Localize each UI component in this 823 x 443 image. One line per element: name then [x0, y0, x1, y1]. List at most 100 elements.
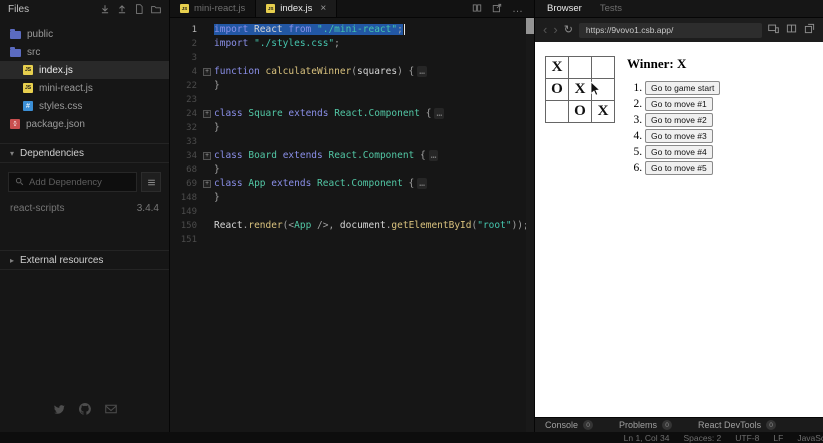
fold-expand-icon[interactable]: + — [203, 152, 211, 160]
upload-icon[interactable] — [117, 4, 127, 14]
preview-tab-browser[interactable]: Browser — [547, 3, 582, 14]
download-icon[interactable] — [100, 4, 110, 14]
chevron-down-icon: ▾ — [10, 149, 14, 158]
mouse-cursor — [590, 81, 601, 97]
code-line-3[interactable]: 3 — [170, 51, 534, 65]
scrollbar-thumb[interactable] — [526, 18, 534, 34]
editor-tab-index.js[interactable]: JSindex.js× — [256, 0, 337, 17]
move-button-0[interactable]: Go to game start — [645, 81, 720, 95]
board-square-2-1[interactable]: O — [568, 100, 592, 123]
panel-react-devtools[interactable]: React DevTools0 — [698, 420, 776, 430]
open-new-window-icon[interactable] — [804, 21, 815, 39]
board-square-1-1[interactable]: X — [568, 78, 592, 101]
add-dependency-input[interactable]: Add Dependency — [8, 172, 137, 192]
status-item[interactable]: JavaScript — [797, 433, 823, 443]
editor-scrollbar[interactable] — [526, 18, 534, 432]
file-item-public[interactable]: public — [0, 25, 169, 43]
board-square-2-2[interactable]: X — [591, 100, 615, 123]
code-line-33[interactable]: 33 — [170, 135, 534, 149]
folder-icon — [10, 49, 21, 57]
code-text: } — [214, 191, 534, 205]
file-item-styles.css[interactable]: #styles.css — [0, 97, 169, 115]
back-button[interactable]: ‹ — [543, 25, 547, 35]
file-tree: publicsrcJSindex.jsJSmini-react.js#style… — [0, 18, 169, 143]
editor-status-bar: Ln 1, Col 34 Spaces: 2 UTF-8 LF JavaScript — [0, 432, 823, 443]
code-line-148[interactable]: 148} — [170, 191, 534, 205]
chevron-right-icon: ▸ — [10, 256, 14, 265]
code-line-150[interactable]: 150React.render(<App />, document.getEle… — [170, 219, 534, 233]
board-row: OX — [545, 78, 615, 101]
code-line-34[interactable]: 34+class Board extends React.Component {… — [170, 149, 534, 163]
code-line-4[interactable]: 4+function calculateWinner(squares) {… — [170, 65, 534, 79]
code-line-24[interactable]: 24+class Square extends React.Component … — [170, 107, 534, 121]
code-line-151[interactable]: 151 — [170, 233, 534, 247]
status-item[interactable]: Spaces: 2 — [683, 433, 721, 443]
editor-tabs: JSmini-react.jsJSindex.js× — [170, 0, 337, 17]
board-square-0-1[interactable] — [568, 56, 592, 79]
close-tab-icon[interactable]: × — [320, 3, 326, 14]
file-item-package.json[interactable]: {}package.json — [0, 115, 169, 133]
line-number: 2 — [170, 37, 200, 51]
move-button-5[interactable]: Go to move #5 — [645, 161, 713, 175]
board-square-0-2[interactable] — [591, 56, 615, 79]
refresh-button[interactable]: ↻ — [564, 25, 573, 35]
open-preview-icon[interactable] — [492, 0, 502, 18]
mail-icon[interactable] — [105, 402, 117, 420]
main-area: Files publicsrcJSindex.jsJSmini-react.js… — [0, 0, 823, 432]
board-square-0-0[interactable]: X — [545, 56, 569, 79]
code-text: } — [214, 79, 534, 93]
new-file-icon[interactable] — [134, 4, 144, 14]
code-line-149[interactable]: 149 — [170, 205, 534, 219]
file-item-index.js[interactable]: JSindex.js — [0, 61, 169, 79]
status-item[interactable]: UTF-8 — [735, 433, 759, 443]
split-editor-icon[interactable] — [472, 0, 482, 18]
code-line-69[interactable]: 69+class App extends React.Component {… — [170, 177, 534, 191]
fold-expand-icon[interactable]: + — [203, 110, 211, 118]
fold-expand-icon[interactable]: + — [203, 180, 211, 188]
dependency-row[interactable]: react-scripts 3.4.4 — [0, 196, 169, 224]
tab-label: mini-react.js — [194, 3, 245, 14]
status-item[interactable]: LF — [773, 433, 783, 443]
panel-console[interactable]: Console0 — [545, 420, 593, 430]
move-button-1[interactable]: Go to move #1 — [645, 97, 713, 111]
code-area[interactable]: 1import React from "./mini-react";2impor… — [170, 18, 534, 432]
game-info: Winner: X Go to game startGo to move #1G… — [627, 56, 720, 177]
fold-gutter: + — [200, 110, 214, 118]
sidebar-title: Files — [8, 4, 29, 15]
twitter-icon[interactable] — [53, 402, 65, 420]
line-number: 150 — [170, 219, 200, 233]
code-line-68[interactable]: 68} — [170, 163, 534, 177]
browser-navbar: ‹ › ↻ https://9vovo1.csb.app/ — [535, 18, 823, 42]
github-icon[interactable] — [79, 402, 91, 420]
split-preview-icon[interactable] — [786, 21, 797, 39]
editor-tab-mini-react.js[interactable]: JSmini-react.js — [170, 0, 256, 17]
move-button-4[interactable]: Go to move #4 — [645, 145, 713, 159]
more-options-icon[interactable]: … — [512, 5, 524, 13]
move-button-3[interactable]: Go to move #3 — [645, 129, 713, 143]
file-item-src[interactable]: src — [0, 43, 169, 61]
dependencies-section-header[interactable]: ▾ Dependencies — [0, 143, 169, 163]
responsive-mode-icon[interactable] — [768, 21, 779, 39]
code-text: } — [214, 163, 534, 177]
move-button-2[interactable]: Go to move #2 — [645, 113, 713, 127]
text-cursor — [404, 24, 406, 35]
sidebar-footer — [0, 402, 169, 420]
code-line-1[interactable]: 1import React from "./mini-react"; — [170, 23, 534, 37]
file-item-mini-react.js[interactable]: JSmini-react.js — [0, 79, 169, 97]
code-line-23[interactable]: 23 — [170, 93, 534, 107]
forward-button[interactable]: › — [553, 25, 557, 35]
line-number: 22 — [170, 79, 200, 93]
url-bar[interactable]: https://9vovo1.csb.app/ — [579, 23, 762, 38]
fold-expand-icon[interactable]: + — [203, 68, 211, 76]
external-resources-section-header[interactable]: ▸ External resources — [0, 250, 169, 270]
code-line-2[interactable]: 2import "./styles.css"; — [170, 37, 534, 51]
board-square-1-0[interactable]: O — [545, 78, 569, 101]
code-line-22[interactable]: 22} — [170, 79, 534, 93]
panel-problems[interactable]: Problems0 — [619, 420, 672, 430]
board-square-2-0[interactable] — [545, 100, 569, 123]
dependency-list-button[interactable] — [141, 172, 161, 192]
new-folder-icon[interactable] — [151, 4, 161, 14]
preview-tab-tests[interactable]: Tests — [600, 3, 622, 14]
status-item[interactable]: Ln 1, Col 34 — [624, 433, 670, 443]
code-line-32[interactable]: 32} — [170, 121, 534, 135]
